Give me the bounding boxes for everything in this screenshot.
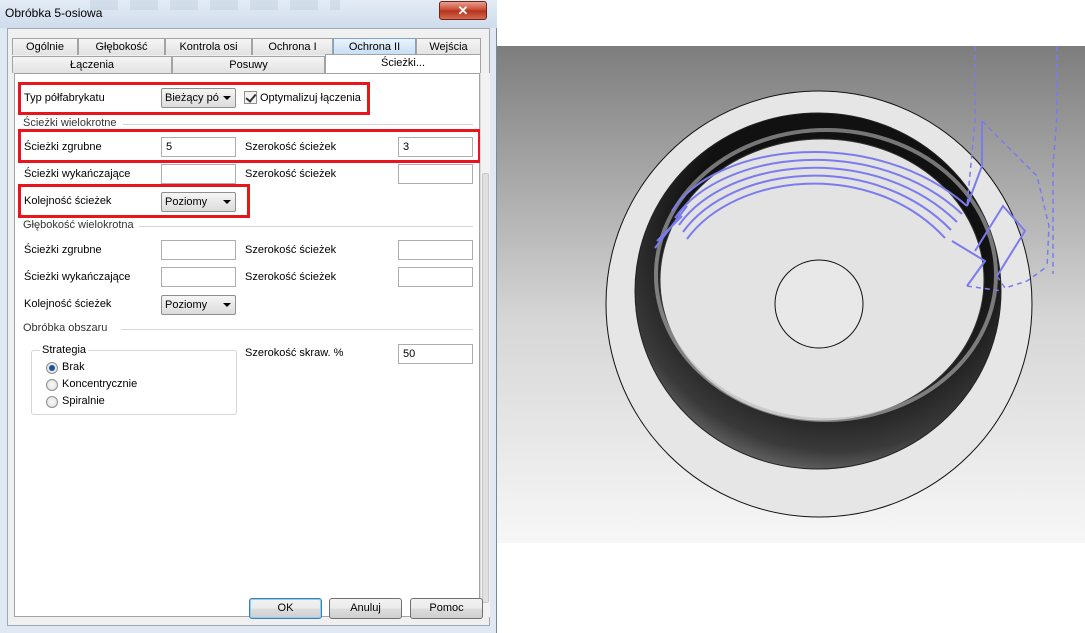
3d-viewport[interactable]: [497, 46, 1085, 543]
vertical-scrollbar[interactable]: [480, 73, 490, 617]
cut-width-label: Szerokość skraw. %: [245, 347, 344, 359]
tab-kontrola-osi[interactable]: Kontrola osi: [165, 38, 252, 55]
tab-content-panel: Typ półfabrykatu Bieżący pó Optymalizuj …: [14, 73, 481, 617]
tab-wejscia[interactable]: Wejścia: [416, 38, 481, 55]
depth-rough-width-input[interactable]: [398, 240, 473, 260]
tab-label: Głębokość: [95, 41, 148, 53]
title-bar-background: [90, 0, 340, 10]
depth-finish-width-input[interactable]: [398, 267, 473, 287]
highlight-box-order: [18, 184, 250, 218]
strategy-radio-spiralnie[interactable]: [46, 396, 58, 408]
highlight-box-passes: [18, 129, 481, 163]
close-button[interactable]: ✕: [439, 1, 487, 20]
depth-rough-label: Ścieżki zgrubne: [24, 244, 102, 256]
finish-width-label: Szerokość ścieżek: [245, 168, 337, 180]
section-divider: [123, 124, 473, 125]
finish-passes-label: Ścieżki wykańczające: [24, 168, 131, 180]
depth-finish-input[interactable]: [161, 267, 236, 287]
strategy-group-title: Strategia: [40, 344, 89, 356]
scrollbar-thumb[interactable]: [482, 173, 489, 603]
strategy-option-label: Brak: [62, 361, 85, 373]
strategy-option-label: Spiralnie: [62, 395, 105, 407]
section-multi-depth-title: Głębokość wielokrotna: [23, 219, 134, 231]
depth-rough-width-label: Szerokość ścieżek: [245, 244, 337, 256]
tab-posuwy[interactable]: Posuwy: [172, 56, 325, 73]
strategy-group: Strategia Brak Koncentrycznie Spiralnie: [31, 344, 237, 415]
depth-finish-width-label: Szerokość ścieżek: [245, 271, 337, 283]
tab-ogolnie[interactable]: Ogólnie: [12, 38, 78, 55]
tab-label: Ogólnie: [26, 41, 64, 53]
depth-finish-label: Ścieżki wykańczające: [24, 271, 131, 283]
tab-ochrona-ii[interactable]: Ochrona II: [333, 38, 416, 55]
cancel-button[interactable]: Anuluj: [329, 598, 402, 619]
tab-ochrona-i[interactable]: Ochrona I: [252, 38, 333, 55]
section-divider: [121, 329, 473, 330]
tab-glebokosc[interactable]: Głębokość: [78, 38, 165, 55]
help-button[interactable]: Pomoc: [410, 598, 483, 619]
part-preview: [497, 46, 1085, 543]
ok-button[interactable]: OK: [249, 598, 322, 619]
chevron-down-icon: [223, 303, 231, 307]
depth-order-label: Kolejność ścieżek: [24, 298, 112, 310]
strategy-radio-brak[interactable]: [46, 362, 58, 374]
tab-label: Łączenia: [69, 59, 115, 71]
finish-passes-input[interactable]: [161, 164, 236, 184]
highlight-box-stock: [18, 82, 370, 115]
window-title: Obróbka 5-osiowa: [5, 6, 103, 20]
finish-width-input[interactable]: [398, 164, 473, 184]
section-multi-passes-title: Ścieżki wielokrotne: [23, 117, 117, 129]
tab-label: Ochrona I: [268, 41, 317, 53]
tab-sciezki[interactable]: Ścieżki...: [325, 54, 481, 73]
title-bar: Obróbka 5-osiowa ✕: [0, 0, 497, 28]
tab-label: Ochrona II: [348, 41, 401, 53]
tab-label: Kontrola osi: [179, 41, 238, 53]
depth-rough-input[interactable]: [161, 240, 236, 260]
tab-label: Posuwy: [229, 59, 268, 71]
dialog-body: Ogólnie Głębokość Kontrola osi Ochrona I…: [7, 28, 490, 626]
section-area-title: Obróbka obszaru: [23, 322, 108, 334]
tab-label: Ścieżki...: [380, 57, 425, 69]
depth-order-select[interactable]: Poziomy: [161, 295, 236, 315]
tab-laczenia[interactable]: Łączenia: [12, 56, 172, 73]
depth-order-value: Poziomy: [165, 299, 208, 311]
tab-label: Wejścia: [429, 41, 468, 53]
cut-width-input[interactable]: 50: [398, 344, 473, 364]
close-icon: ✕: [457, 3, 469, 18]
strategy-radio-koncentrycznie[interactable]: [46, 379, 58, 391]
section-divider: [139, 226, 473, 227]
strategy-option-label: Koncentrycznie: [62, 378, 138, 390]
dialog-window: Obróbka 5-osiowa ✕ Ogólnie Głębokość Kon…: [0, 0, 497, 633]
